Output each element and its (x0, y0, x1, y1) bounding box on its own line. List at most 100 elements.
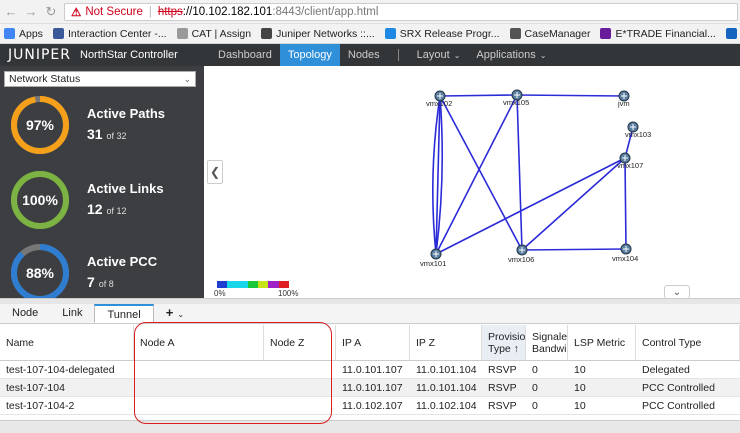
col-signaled-bandwidth[interactable]: Signaled Bandwidth (526, 325, 568, 360)
link-vmx106-vmx107[interactable] (521, 157, 626, 251)
active-pcc-count: 7 of 8 (87, 274, 114, 290)
bookmark-item[interactable]: SRX Release Progr... (384, 28, 500, 40)
active-links-gauge: 100% (11, 171, 69, 229)
url-path: :8443/client/app.html (272, 6, 379, 18)
address-bar[interactable]: ⚠ Not Secure | https://10.102.182.101:84… (64, 3, 738, 21)
active-links-title: Active Links (87, 181, 164, 196)
chevron-down-icon: ⌄ (672, 286, 682, 298)
bookmark-item[interactable]: Interaction Center -... (52, 27, 167, 40)
bookmark-item[interactable]: E*TRADE Financial... (600, 28, 716, 40)
chevron-down-icon: ⌄ (183, 74, 191, 84)
menu-layout[interactable]: Layout ⌄ (409, 44, 469, 66)
bookmarks-bar: Apps Interaction Center -... CAT | Assign J… (0, 24, 740, 44)
router-node-vmx102[interactable]: vmx102 (426, 90, 452, 108)
forward-icon[interactable]: → (22, 3, 40, 21)
bookmark-favicon-icon (261, 28, 273, 39)
bookmark-favicon-icon (384, 28, 396, 39)
bookmark-item[interactable]: CaseManager (509, 28, 590, 40)
cell-ip-z: 11.0.101.104 (416, 382, 477, 394)
legend-swatch (217, 281, 228, 288)
bookmark-item[interactable]: CAT | Assign (176, 28, 251, 40)
active-links-total: of 12 (106, 206, 127, 216)
router-node-vmx105[interactable]: vmx105 (503, 89, 529, 107)
col-ip-a[interactable]: IP A (336, 325, 410, 360)
node-label: vmx101 (420, 259, 446, 268)
legend-swatch (268, 281, 279, 288)
bookmark-label: Interaction Center -... (67, 27, 167, 40)
tab-nodes[interactable]: Nodes (340, 44, 388, 66)
chevron-down-icon: ⌄ (177, 310, 185, 319)
juniper-logo: JUNIPER (8, 47, 71, 63)
menu-applications[interactable]: Applications ⌄ (468, 44, 554, 66)
app-header: JUNIPER NorthStar Controller Dashboard T… (0, 44, 740, 66)
table-header: Name Node A Node Z IP A IP Z Provisionin… (0, 325, 740, 361)
link-vmx102-vmx105[interactable] (439, 94, 518, 97)
back-icon[interactable]: ← (2, 3, 20, 21)
stat-active-paths: 97% Active Paths 31 of 32 (0, 94, 204, 164)
link-vmx101-vmx107[interactable] (435, 157, 626, 255)
status-select[interactable]: Network Status ⌄ (4, 71, 196, 87)
router-node-vmx101[interactable]: vmx101 (420, 248, 446, 268)
bookmark-favicon-icon (509, 28, 521, 39)
legend-swatch (237, 281, 248, 288)
topology-map[interactable]: vmx102 vmx105 jvm vmx103 vmx107 vmx101 vmx106 v… (204, 66, 740, 298)
router-node-vmx107[interactable]: vmx107 (617, 152, 643, 170)
link-vmx107-vmx104[interactable] (624, 157, 627, 250)
reload-icon[interactable]: ↻ (42, 3, 60, 21)
bookmark-item[interactable]: Time Converte (725, 28, 740, 40)
active-pcc-title: Active PCC (87, 254, 158, 269)
cell-signaled-bandwidth: 0 (532, 364, 538, 376)
table-row[interactable]: test-107-104 11.0.101.107 11.0.101.104 RSVP… (0, 379, 740, 397)
cell-ip-a: 11.0.102.107 (342, 400, 403, 412)
link-vmx105-vmx101[interactable] (435, 94, 518, 255)
node-label: vmx103 (625, 130, 651, 139)
link-vmx106-vmx104[interactable] (521, 248, 627, 251)
plus-icon: + (165, 305, 174, 320)
active-paths-gauge: 97% (11, 96, 69, 154)
cell-lsp-metric: 10 (574, 382, 586, 394)
bookmark-favicon-icon (725, 28, 737, 39)
cell-signaled-bandwidth: 0 (532, 400, 538, 412)
table-row[interactable]: test-107-104-2 11.0.102.107 11.0.102.104 RS… (0, 397, 740, 415)
status-select-value: Network Status (9, 73, 81, 85)
bookmark-item[interactable]: Apps (4, 28, 43, 40)
active-links-count: 12 of 12 (87, 201, 127, 217)
col-control-type[interactable]: Control Type (636, 325, 740, 360)
legend-swatch (278, 281, 289, 288)
link-vmx105-jvm[interactable] (516, 94, 625, 97)
col-provisioning-type[interactable]: Provisioning Type ↑ (482, 325, 526, 360)
col-lsp-metric[interactable]: LSP Metric (568, 325, 636, 360)
router-node-jvm[interactable]: jvm (617, 90, 630, 108)
active-paths-count: 31 of 32 (87, 126, 127, 142)
url-protocol: https (157, 6, 183, 18)
active-paths-total: of 32 (106, 131, 127, 141)
tab-link[interactable]: Link (50, 304, 94, 323)
chevron-down-icon: ⌄ (539, 50, 547, 60)
link-vmx102-vmx106[interactable] (439, 95, 523, 251)
cell-lsp-metric: 10 (574, 400, 586, 412)
tab-node[interactable]: Node (0, 304, 50, 323)
cell-control-type: PCC Controlled (642, 400, 715, 412)
table-row[interactable]: test-107-104-delegated 11.0.101.107 11.0.1… (0, 361, 740, 379)
tab-dashboard[interactable]: Dashboard (210, 44, 280, 66)
add-tab-button[interactable]: + ⌄ (154, 304, 196, 323)
menu-layout-label: Layout (416, 49, 450, 61)
router-node-vmx104[interactable]: vmx104 (612, 243, 638, 263)
active-pcc-gauge: 88% (11, 244, 69, 302)
col-ip-z[interactable]: IP Z (410, 325, 482, 360)
expand-table-button[interactable]: ⌄ (664, 285, 690, 299)
cell-ip-a: 11.0.101.107 (342, 364, 403, 376)
browser-toolbar: ← → ↻ ⚠ Not Secure | https://10.102.182.… (0, 0, 740, 24)
utilization-legend (217, 281, 289, 288)
tab-topology[interactable]: Topology (279, 44, 340, 66)
col-name[interactable]: Name (0, 325, 134, 360)
cell-name: test-107-104 (6, 382, 65, 394)
router-node-vmx106[interactable]: vmx106 (508, 244, 534, 264)
bookmark-item[interactable]: Juniper Networks ::... (261, 28, 375, 40)
tab-tunnel[interactable]: Tunnel (94, 304, 154, 323)
link-vmx105-vmx106[interactable] (516, 94, 523, 251)
active-links-percent: 100% (22, 192, 58, 208)
warning-triangle-icon: ⚠ (71, 7, 82, 19)
router-node-vmx103[interactable]: vmx103 (625, 121, 651, 139)
bookmark-favicon-icon (176, 28, 188, 39)
